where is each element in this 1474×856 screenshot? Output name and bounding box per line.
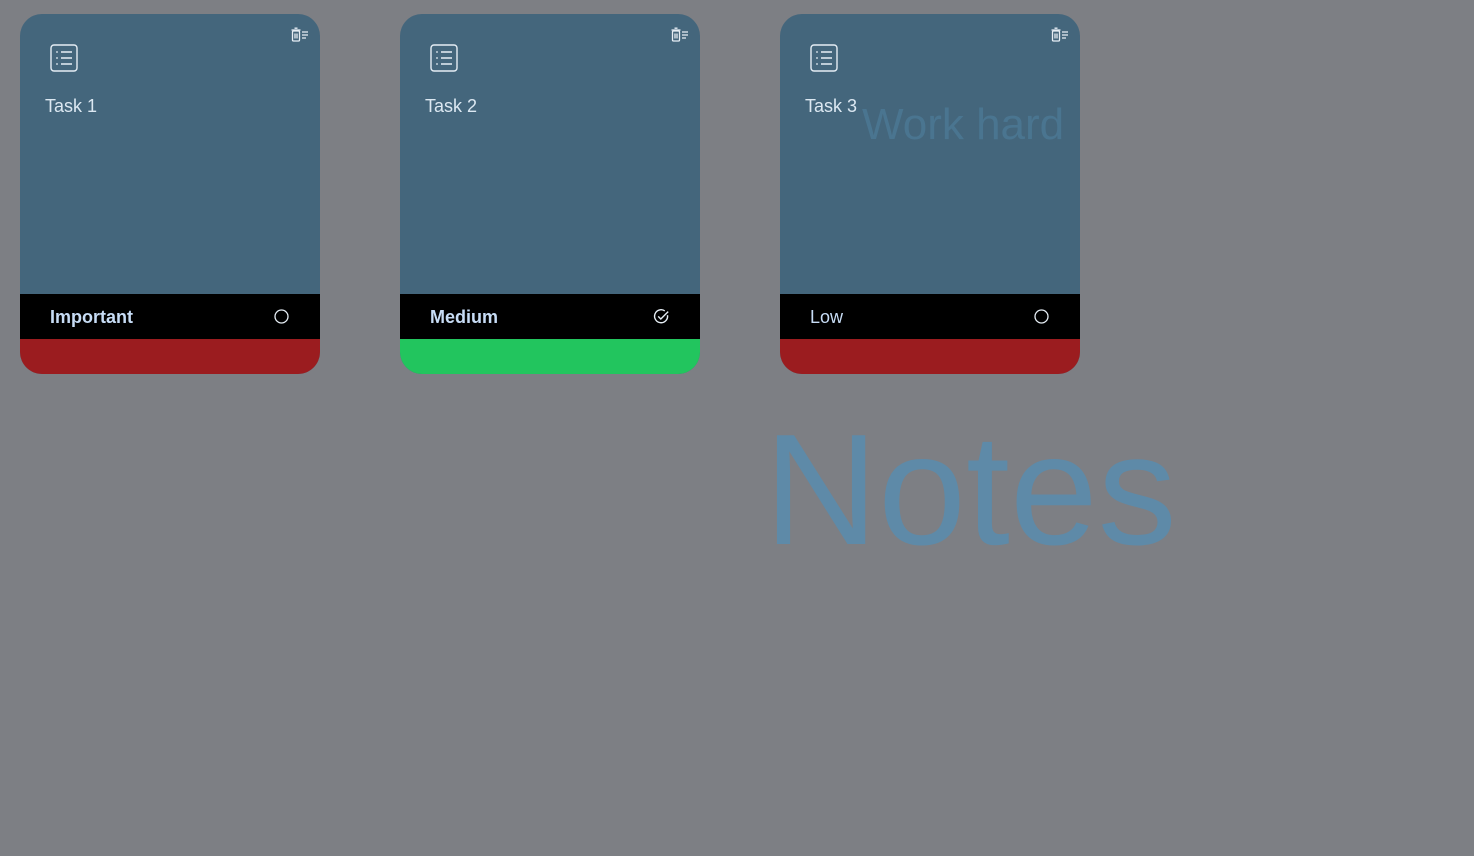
circle-icon[interactable] [273, 308, 290, 325]
note-card-bar: Medium [400, 294, 700, 339]
delete-icon[interactable] [671, 27, 689, 43]
note-title: Task 3 [805, 96, 858, 116]
status-footer-complete [400, 339, 700, 374]
note-title: Task 2 [425, 96, 478, 116]
list-document-icon [810, 44, 838, 72]
note-card: Task 3 Work hard Low [780, 14, 1080, 374]
list-document-icon [430, 44, 458, 72]
list-document-icon [50, 44, 78, 72]
delete-icon[interactable] [291, 27, 309, 43]
priority-label: Low [810, 307, 844, 327]
note-title: Task 1 [45, 96, 98, 116]
note-card: Task 1 Important [20, 14, 320, 374]
note-card-bar: Low [780, 294, 1080, 339]
note-card-body: Task 1 [20, 14, 320, 294]
priority-label: Medium [430, 307, 499, 327]
status-footer-incomplete [780, 339, 1080, 374]
note-card-body: Task 3 Work hard [780, 14, 1080, 294]
note-card-body: Task 2 [400, 14, 700, 294]
circle-icon[interactable] [1033, 308, 1050, 325]
status-footer-incomplete [20, 339, 320, 374]
delete-icon[interactable] [1051, 27, 1069, 43]
notes-page: Task 1 Important Task 2 Medium Task 3 Wo… [0, 0, 1474, 856]
page-title: Notes [764, 402, 1177, 578]
check-circle-icon[interactable] [653, 308, 670, 325]
note-description: Work hard [862, 100, 1065, 149]
note-card: Task 2 Medium [400, 14, 700, 374]
note-card-bar: Important [20, 294, 320, 339]
priority-label: Important [50, 307, 133, 327]
